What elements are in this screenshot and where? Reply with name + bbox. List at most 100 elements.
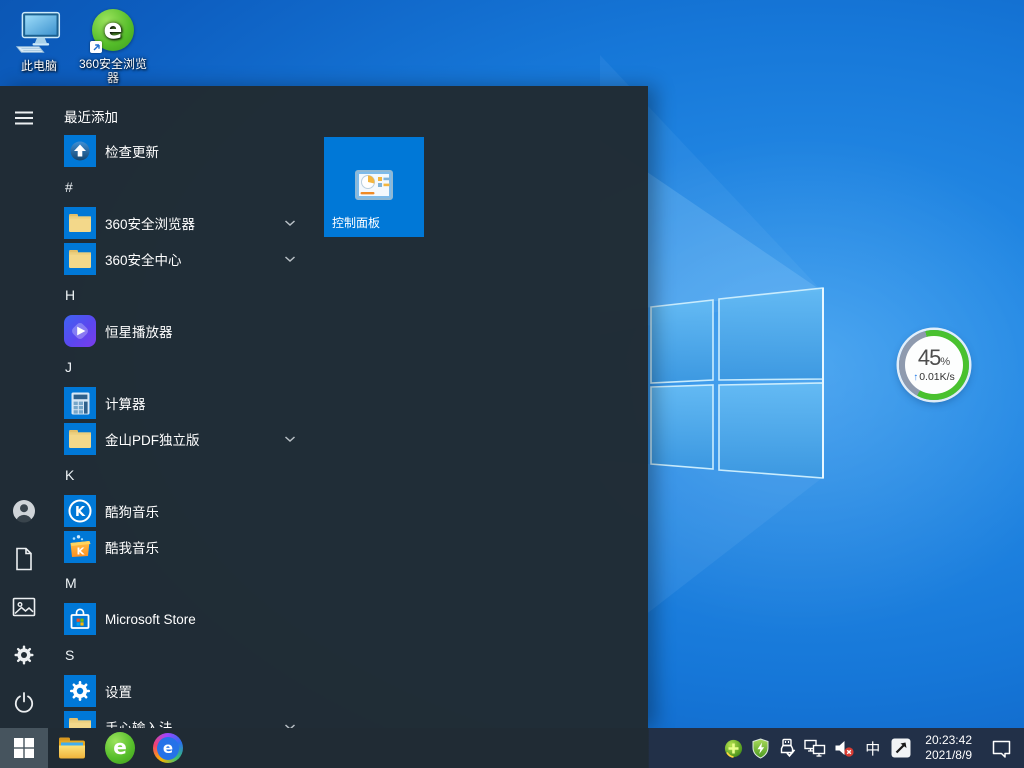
folder-icon <box>64 711 96 728</box>
desktop-icon-label: 此电脑 <box>21 59 57 73</box>
windows-logo-icon <box>13 737 35 759</box>
taskbar-app-360-safe-browser[interactable]: e <box>96 728 144 768</box>
taskbar-app-360-speed-browser[interactable]: e <box>144 728 192 768</box>
control-panel-icon <box>355 169 393 206</box>
app-list-section-header[interactable]: J <box>48 349 320 385</box>
taskbar: ee 中 <box>0 728 1024 768</box>
app-list-item[interactable]: 设置 <box>48 673 320 709</box>
section-letter: K <box>65 467 74 483</box>
user-icon <box>12 499 36 523</box>
rail-button-power[interactable] <box>0 679 48 727</box>
app-list-item[interactable]: 恒星播放器 <box>48 313 320 349</box>
pictures-icon <box>12 596 36 618</box>
kugou-icon: K <box>64 495 96 527</box>
this-pc-icon <box>15 8 63 56</box>
rail-button-documents[interactable] <box>0 535 48 583</box>
tray-icon-network[interactable] <box>800 728 830 768</box>
rail-button-pictures[interactable] <box>0 583 48 631</box>
store-icon <box>64 603 96 635</box>
power-icon <box>12 691 36 715</box>
app-list-item[interactable]: 360安全中心 <box>48 241 320 277</box>
recently-added-label: 最近添加 <box>64 106 118 126</box>
pointer-tool-tray-icon[interactable] <box>886 728 916 768</box>
app-label: 金山PDF独立版 <box>105 429 200 449</box>
svg-text:K: K <box>77 547 86 558</box>
tray-icons <box>720 728 859 768</box>
document-icon <box>13 547 35 571</box>
app-list-item[interactable]: 检查更新 <box>48 133 320 169</box>
app-list-item[interactable]: 金山PDF独立版 <box>48 421 320 457</box>
net-speed-ball[interactable]: 45% ↑0.01K/s <box>899 330 969 400</box>
desktop-icon-this-pc[interactable]: 此电脑 <box>2 8 76 73</box>
app-list-item[interactable]: 360安全浏览器 <box>48 205 320 241</box>
upload-arrow-icon: ↑ <box>913 373 918 383</box>
desktop-icon-label: 360安全浏览器 <box>76 57 150 86</box>
section-letter: # <box>65 179 73 195</box>
update-icon <box>64 135 96 167</box>
app-label: 手心输入法 <box>105 717 173 728</box>
desktop: 此电脑 e 360安全浏览器 45% ↑0.01K/s <box>0 0 1024 768</box>
action-center-button[interactable] <box>981 728 1022 768</box>
hamburger-icon <box>14 110 34 126</box>
chevron-down-icon[interactable] <box>284 255 296 263</box>
app-label: Microsoft Store <box>105 612 196 627</box>
app-list-item[interactable]: 计算器 <box>48 385 320 421</box>
app-list-item[interactable]: Microsoft Store <box>48 601 320 637</box>
app-list-item[interactable]: 手心输入法 <box>48 709 320 728</box>
folder-icon <box>64 243 96 275</box>
kuwo-icon: K <box>64 531 96 563</box>
start-tile-control-panel[interactable]: 控制面板 <box>324 137 424 237</box>
app-label: 360安全浏览器 <box>105 213 195 233</box>
360-shield-icon <box>751 738 770 759</box>
settings-icon <box>64 675 96 707</box>
folder-icon <box>64 207 96 239</box>
action-center-icon <box>991 738 1012 759</box>
app-label: 检查更新 <box>105 141 159 161</box>
app-list-section-header[interactable]: M <box>48 565 320 601</box>
app-list-item[interactable]: K 酷我音乐 <box>48 529 320 565</box>
svg-text:K: K <box>75 505 86 520</box>
app-label: 恒星播放器 <box>105 321 173 341</box>
desktop-icon-360-browser-desktop[interactable]: e 360安全浏览器 <box>76 6 150 86</box>
usb-device-icon <box>778 738 796 758</box>
app-list-section-header[interactable]: # <box>48 169 320 205</box>
file-explorer-icon <box>57 735 87 761</box>
rail-button-user[interactable] <box>0 487 48 535</box>
tray-time: 20:23:42 <box>925 733 972 748</box>
tray-date: 2021/8/9 <box>925 748 972 763</box>
section-letter: H <box>65 287 75 303</box>
start-menu-app-list: 检查更新 # 360安全浏览器 360安全中心 H 恒星播放器 J 计算器 <box>48 133 320 728</box>
taskbar-clock[interactable]: 20:23:42 2021/8/9 <box>916 733 981 763</box>
rail-button-menu[interactable] <box>0 94 48 142</box>
app-label: 计算器 <box>105 393 146 413</box>
360-speed-browser-icon: e <box>153 733 183 763</box>
tray-icon-360-antivirus[interactable] <box>720 728 747 768</box>
tray-icon-360-shield[interactable] <box>747 728 774 768</box>
calculator-icon <box>64 387 96 419</box>
start-button[interactable] <box>0 728 48 768</box>
section-letter: M <box>65 575 77 591</box>
app-list-section-header[interactable]: K <box>48 457 320 493</box>
360-browser-desktop-icon: e <box>89 6 137 54</box>
app-list-item[interactable]: K 酷狗音乐 <box>48 493 320 529</box>
app-list-section-header[interactable]: H <box>48 277 320 313</box>
rail-button-settings[interactable] <box>0 631 48 679</box>
tray-icon-usb-device[interactable] <box>774 728 800 768</box>
taskbar-app-file-explorer[interactable] <box>48 728 96 768</box>
ime-indicator[interactable]: 中 <box>859 728 886 768</box>
net-speed-ball-face: 45% ↑0.01K/s <box>905 336 963 394</box>
tray-icon-volume-muted[interactable] <box>830 728 859 768</box>
network-icon <box>804 739 826 757</box>
chevron-down-icon[interactable] <box>284 219 296 227</box>
system-tray: 中 20:23:42 2021/8/9 <box>720 728 1024 768</box>
chevron-down-icon[interactable] <box>284 435 296 443</box>
taskbar-apps: ee <box>48 728 192 768</box>
section-letter: S <box>65 647 74 663</box>
gear-icon <box>12 643 36 667</box>
tile-label: 控制面板 <box>332 214 380 231</box>
start-menu-tiles: 控制面板 <box>320 86 648 728</box>
app-list-section-header[interactable]: S <box>48 637 320 673</box>
app-label: 酷我音乐 <box>105 537 159 557</box>
start-menu-rail <box>0 86 48 728</box>
net-percent: 45% <box>918 347 950 369</box>
